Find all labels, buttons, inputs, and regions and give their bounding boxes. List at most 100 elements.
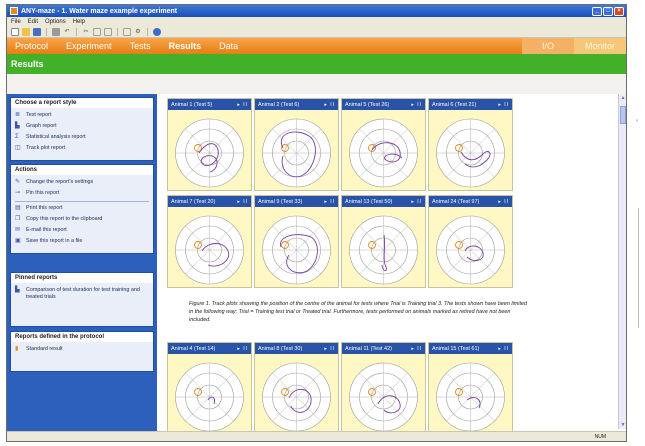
section-title: Results xyxy=(11,59,44,69)
email-icon: ✉ xyxy=(15,227,21,233)
protocol-reports-panel: Reports defined in the protocol ▮ Standar… xyxy=(10,331,154,372)
playback-controls[interactable]: ▸ II xyxy=(411,102,422,108)
track-plot[interactable]: Animal 6 (Test 21) ▸ II xyxy=(428,98,513,191)
track-plot-title: Animal 13 (Test 50) xyxy=(345,198,393,205)
view-icon[interactable] xyxy=(123,27,131,36)
save-icon[interactable] xyxy=(33,27,41,36)
settings-icon[interactable]: ⚙ xyxy=(134,28,142,36)
print-icon: ▤ xyxy=(15,205,21,211)
maximize-button[interactable]: □ xyxy=(603,6,613,16)
playback-controls[interactable]: ▸ II xyxy=(237,346,248,352)
new-icon[interactable] xyxy=(11,27,19,36)
plot-row: Animal 7 (Test 20) ▸ II Animal 9 (Test 33)… xyxy=(167,195,626,292)
menu-options[interactable]: Options xyxy=(45,19,66,25)
track-plot-header: Animal 4 (Test 14) ▸ II xyxy=(168,343,251,354)
toolbar: ↶ ✂ ⚙ xyxy=(7,26,626,38)
copy-report-link[interactable]: ❐ Copy this report to the clipboard xyxy=(15,216,149,223)
scroll-down-icon[interactable]: ▼ xyxy=(619,421,626,429)
save-report-link[interactable]: ▣ Save this report in a file xyxy=(15,238,149,245)
tab-tests[interactable]: Tests xyxy=(130,41,151,51)
monitor-button[interactable]: Monitor xyxy=(574,38,626,54)
sidebar-item-graph-report[interactable]: ▙ Graph report xyxy=(15,123,149,130)
track-plot[interactable]: Animal 7 (Test 20) ▸ II xyxy=(167,195,252,288)
sidebar-item-text-report[interactable]: ≣ Text report xyxy=(15,112,149,119)
change-settings-link[interactable]: ✎ Change the report's settings xyxy=(15,179,149,186)
track-plot[interactable]: Animal 24 (Test 97) ▸ II xyxy=(428,195,513,288)
close-button[interactable]: × xyxy=(614,6,624,16)
playback-controls[interactable]: ▸ II xyxy=(411,199,422,205)
playback-controls[interactable]: ▸ II xyxy=(498,102,509,108)
pool-track xyxy=(175,215,244,285)
email-report-link[interactable]: ✉ E-mail this report xyxy=(15,227,149,234)
print-report-link[interactable]: ▤ Print this report xyxy=(15,205,149,212)
tab-experiment[interactable]: Experiment xyxy=(66,41,112,51)
menu-bar: File Edit Options Help xyxy=(7,17,626,26)
print-icon[interactable] xyxy=(52,27,60,36)
sidebar: Choose a report style ≣ Text report ▙ Grap… xyxy=(7,94,157,433)
track-plot-title: Animal 1 (Test 5) xyxy=(171,101,213,108)
track-plot[interactable]: Animal 9 (Test 33) ▸ II xyxy=(254,195,339,288)
report-area: Animal 1 (Test 5) ▸ II Animal 2 (Test 6) ▸ … xyxy=(157,94,626,435)
playback-controls[interactable]: ▸ II xyxy=(237,199,248,205)
pinned-report-link[interactable]: ▙ Comparison of test duration for test tr… xyxy=(15,287,149,300)
track-plot[interactable]: Animal 15 (Test 61) ▸ II xyxy=(428,342,513,435)
tab-data[interactable]: Data xyxy=(219,41,238,51)
track-plot[interactable]: Animal 4 (Test 14) ▸ II xyxy=(167,342,252,435)
actions-panel: Actions ✎ Change the report's settings ⊸ P… xyxy=(10,164,154,254)
tab-protocol[interactable]: Protocol xyxy=(15,41,48,51)
io-button[interactable]: I/O xyxy=(522,38,574,54)
settings-icon: ✎ xyxy=(15,179,21,185)
report-icon: ▮ xyxy=(15,346,19,352)
plot-row: Animal 4 (Test 14) ▸ II Animal 8 (Test 30)… xyxy=(167,342,626,439)
track-plot[interactable]: Animal 5 (Test 26) ▸ II xyxy=(341,98,426,191)
playback-controls[interactable]: ▸ II xyxy=(411,346,422,352)
scroll-thumb[interactable] xyxy=(620,106,626,124)
menu-help[interactable]: Help xyxy=(73,19,85,25)
app-icon xyxy=(10,7,18,15)
copy-icon[interactable] xyxy=(93,27,101,36)
panel-title: Actions xyxy=(11,165,153,175)
panel-title: Pinned reports xyxy=(11,273,153,283)
track-plot[interactable]: Animal 13 (Test 50) ▸ II xyxy=(341,195,426,288)
paste-icon[interactable] xyxy=(104,27,112,36)
vertical-scrollbar[interactable]: ▲ ▼ xyxy=(618,94,626,429)
playback-controls[interactable]: ▸ II xyxy=(237,102,248,108)
pinned-reports-panel: Pinned reports ▙ Comparison of test durat… xyxy=(10,272,154,327)
open-icon[interactable] xyxy=(22,27,30,36)
playback-controls[interactable]: ▸ II xyxy=(498,346,509,352)
track-plot[interactable]: Animal 8 (Test 30) ▸ II xyxy=(254,342,339,435)
playback-controls[interactable]: ▸ II xyxy=(498,199,509,205)
menu-file[interactable]: File xyxy=(11,19,21,25)
minimize-button[interactable]: _ xyxy=(592,6,602,16)
track-plot-header: Animal 13 (Test 50) ▸ II xyxy=(342,196,425,207)
pin-report-link[interactable]: ⊸ Pin this report xyxy=(15,190,149,197)
track-plot[interactable]: Animal 11 (Test 42) ▸ II xyxy=(341,342,426,435)
track-plot-header: Animal 2 (Test 6) ▸ II xyxy=(255,99,338,110)
playback-controls[interactable]: ▸ II xyxy=(324,346,335,352)
track-plot-header: Animal 8 (Test 30) ▸ II xyxy=(255,343,338,354)
undo-icon[interactable]: ↶ xyxy=(63,28,71,36)
track-plot-title: Animal 15 (Test 61) xyxy=(432,345,480,352)
playback-controls[interactable]: ▸ II xyxy=(324,199,335,205)
track-plot-title: Animal 9 (Test 33) xyxy=(258,198,303,205)
track-plot[interactable]: Animal 2 (Test 6) ▸ II xyxy=(254,98,339,191)
track-plot-title: Animal 4 (Test 14) xyxy=(171,345,216,352)
tab-results[interactable]: Results xyxy=(169,41,202,51)
sidebar-item-track-plot-report[interactable]: ◫ Track plot report xyxy=(15,145,149,152)
sidebar-item-statistical-report[interactable]: Σ Statistical analysis report xyxy=(15,134,149,141)
scroll-up-icon[interactable]: ▲ xyxy=(619,94,626,102)
pool-track xyxy=(349,362,418,432)
track-plot-header: Animal 1 (Test 5) ▸ II xyxy=(168,99,251,110)
figure-caption: Figure 1. Track plots showing the positi… xyxy=(189,301,527,323)
cut-icon[interactable]: ✂ xyxy=(82,28,90,36)
playback-controls[interactable]: ▸ II xyxy=(324,102,335,108)
pool-track xyxy=(262,215,331,285)
pool-track xyxy=(436,215,505,285)
help-icon[interactable] xyxy=(153,27,161,36)
pool-track xyxy=(436,362,505,432)
standard-result-link[interactable]: ▮ Standard result xyxy=(15,346,149,353)
pool-track xyxy=(262,118,331,188)
menu-edit[interactable]: Edit xyxy=(28,19,38,25)
graph-icon: ▙ xyxy=(15,123,20,129)
track-plot[interactable]: Animal 1 (Test 5) ▸ II xyxy=(167,98,252,191)
